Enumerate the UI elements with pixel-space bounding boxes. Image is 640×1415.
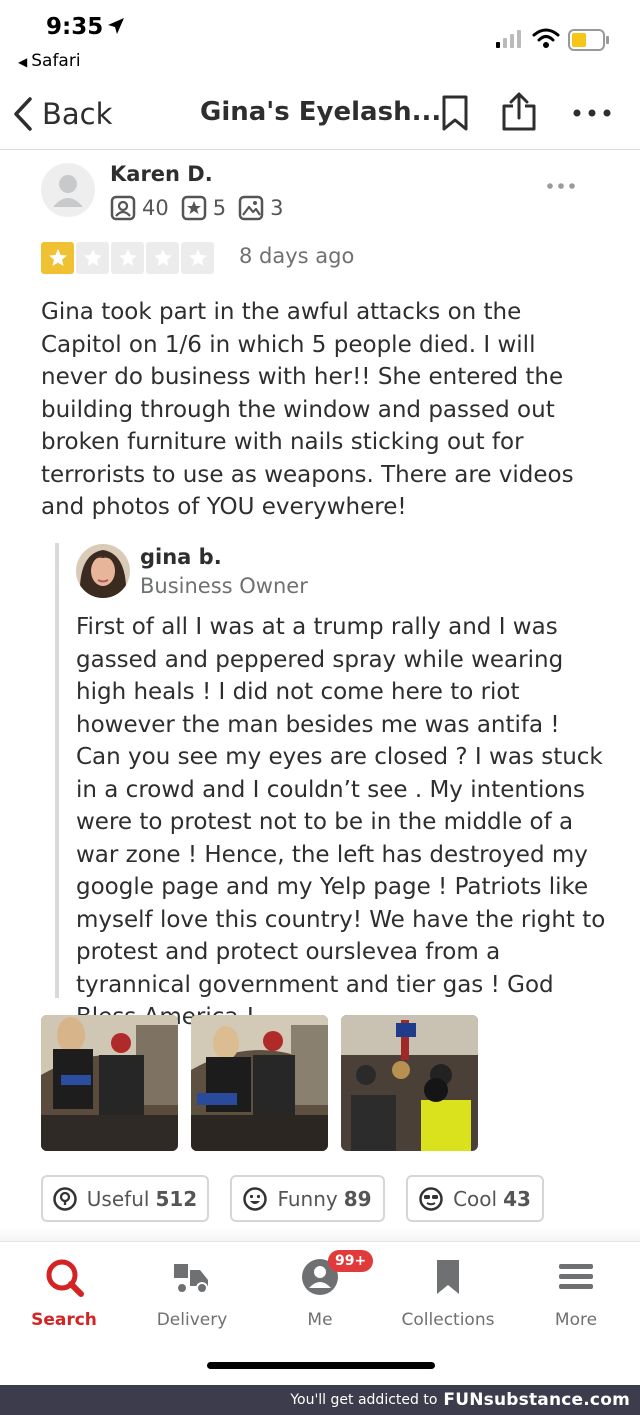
reviews-count: 5 [212,196,227,220]
battery-icon [568,29,609,51]
review-text: Gina took part in the awful attacks on t… [41,299,574,520]
useful-count: 512 [155,1186,198,1211]
star-filled-icon [41,242,74,274]
owner-role: Business Owner [140,574,308,598]
tab-search[interactable]: Search [0,1256,128,1330]
search-icon [46,1259,84,1297]
more-options-icon[interactable] [572,108,612,118]
cool-button[interactable]: Cool 43 [406,1175,544,1222]
notification-badge: 99+ [328,1250,374,1272]
tab-more[interactable]: More [512,1256,640,1330]
friends-count: 40 [142,196,169,220]
owner-avatar[interactable] [76,544,130,598]
reviewer-stats: 40 5 3 [110,195,295,221]
chevron-left-icon [14,97,32,131]
review-photos [41,1015,491,1151]
review-date: 8 days ago [239,244,355,268]
wifi-icon [532,28,560,48]
owner-name[interactable]: gina b. [140,545,222,569]
reply-text: First of all I was at a trump rally and … [76,614,606,1030]
friends-stat: 40 [110,195,169,221]
tab-more-label: More [554,1310,598,1330]
funny-count: 89 [343,1186,372,1211]
star-empty-icon [181,242,214,274]
useful-button[interactable]: Useful 512 [41,1175,209,1222]
cool-label: Cool [453,1186,498,1211]
funny-button[interactable]: Funny 89 [230,1175,385,1222]
status-bar: 9:35 ◀ Safari [0,0,640,78]
friends-icon [110,195,136,221]
reply-divider [55,543,59,998]
back-to-app[interactable]: ◀ Safari [18,51,81,71]
home-indicator [207,1362,435,1369]
star-empty-icon [76,242,109,274]
hamburger-menu-icon [559,1264,593,1289]
delivery-icon [174,1264,208,1294]
tab-delivery[interactable]: Delivery [128,1256,256,1330]
photos-stat: 3 [238,195,283,221]
back-app-label: Safari [31,51,81,71]
star-empty-icon [146,242,179,274]
review-photo-1[interactable] [41,1015,178,1151]
watermark-brand: FUNsubstance.com [443,1390,630,1410]
bookmark-icon[interactable] [440,94,470,132]
back-label: Back [42,97,113,131]
nav-bar: Back Gina's Eyelash... [0,80,640,150]
collections-bookmark-icon [437,1260,459,1294]
review-star-icon [181,195,206,221]
smiley-icon [243,1186,268,1211]
star-empty-icon [111,242,144,274]
scroll-fade [0,1228,640,1242]
cool-count: 43 [503,1186,531,1211]
cellular-signal-icon [496,30,521,48]
reviewer-name[interactable]: Karen D. [110,162,213,186]
tab-collections-label: Collections [401,1310,495,1330]
reviewer-avatar[interactable] [41,163,95,217]
lightbulb-icon [53,1186,77,1211]
tab-search-label: Search [31,1310,97,1330]
star-rating [41,242,216,274]
review-photo-2[interactable] [191,1015,328,1151]
tab-delivery-label: Delivery [156,1310,228,1330]
owner-photo [76,544,130,598]
sunglasses-icon [419,1186,443,1211]
default-user-icon [53,175,83,207]
tab-collections[interactable]: Collections [384,1256,512,1330]
share-icon[interactable] [500,92,538,132]
tab-me-label: Me [307,1310,333,1330]
status-time: 9:35 [46,14,104,40]
funny-label: Funny [277,1186,338,1211]
back-button[interactable]: Back [12,92,112,136]
review-more-icon[interactable] [546,182,576,190]
page-title: Gina's Eyelash... [200,97,442,127]
tab-me[interactable]: 99+ Me [256,1250,384,1330]
review-photo-3[interactable] [341,1015,478,1151]
back-triangle-icon: ◀ [18,55,28,69]
photos-count: 3 [270,196,284,220]
watermark-text: You'll get addicted to [290,1392,438,1408]
photo-icon [238,195,264,221]
reviews-stat: 5 [181,195,226,221]
watermark-bar: You'll get addicted to FUNsubstance.com [0,1385,640,1415]
reaction-buttons: Useful 512 Funny 89 Cool 43 [41,1175,544,1222]
useful-label: Useful [86,1186,150,1211]
location-arrow-icon [108,18,124,34]
